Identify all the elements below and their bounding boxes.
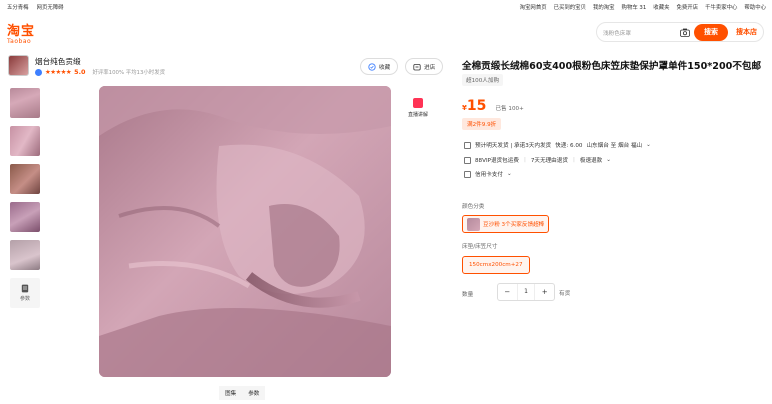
search-box: 浅粉色床罩 搜索 搜本店 — [596, 22, 764, 42]
color-label: 颜色分类 — [462, 204, 485, 210]
size-option-selected[interactable]: 150cmx200cm+27 — [462, 256, 530, 274]
size-option-label: 150cmx200cm+27 — [469, 262, 523, 268]
service-vip: 88VIP退货包运费 — [475, 158, 519, 164]
increment-button[interactable]: + — [535, 288, 554, 296]
camera-icon[interactable] — [680, 28, 690, 37]
search-button[interactable]: 搜索 — [694, 24, 728, 41]
verified-icon — [35, 68, 42, 76]
rating-stars: ★★★★★ — [45, 68, 72, 76]
shipping-text: 预计明天发货 | 承诺3天内发货 — [475, 143, 552, 149]
shop-icon — [413, 63, 421, 70]
payment-text[interactable]: 信用卡支付 — [475, 170, 503, 178]
thumbnail[interactable] — [10, 240, 40, 270]
username-link[interactable]: 五分青梅 — [7, 3, 29, 11]
enter-shop-button[interactable]: 进店 — [405, 58, 444, 75]
thumbnail[interactable] — [10, 126, 40, 156]
document-icon — [21, 284, 29, 293]
accessibility-link[interactable]: 网页无障碍 — [37, 3, 64, 11]
params-thumb-label: 参数 — [19, 296, 30, 302]
thumbnail[interactable] — [10, 164, 40, 194]
favorite-button[interactable]: 收藏 — [360, 58, 399, 75]
thumbnail[interactable] — [10, 88, 40, 118]
stock-status: 有货 — [559, 291, 571, 297]
card-icon — [464, 170, 471, 178]
main-product-image[interactable] — [99, 86, 391, 377]
logo-en: Taobao — [7, 38, 32, 45]
shipping-row: 预计明天发货 | 承诺3天内发货 快递: 6.00 山东烟台 至 烟台 福山 ⌄ — [464, 141, 651, 149]
logo-cn: 淘宝 — [7, 24, 36, 39]
my-taobao-link[interactable]: 我的淘宝 — [593, 3, 615, 11]
sold-count: 已售 100+ — [495, 106, 524, 112]
live-explain-button[interactable]: 直播讲解 — [404, 98, 432, 118]
params-thumbnail[interactable]: 参数 — [10, 278, 40, 308]
help-link[interactable]: 帮助中心 — [744, 3, 766, 11]
home-link[interactable]: 淘宝网首页 — [520, 3, 547, 11]
favorite-icon — [368, 62, 376, 71]
added-to-cart-badge: 超100人加购 — [462, 74, 504, 86]
freight-text: 快递: 6.00 — [555, 143, 583, 149]
price-row: ¥15 已售 100+ — [462, 95, 524, 114]
truck-icon — [464, 141, 471, 149]
size-label: 床垫/床笠尺寸 — [462, 244, 498, 250]
service-refund[interactable]: 极速退款 — [580, 156, 602, 164]
product-title: 全棉贡缎长绒棉60支400根粉色床笠床垫保护罩单件150*200不包邮 — [462, 61, 762, 72]
promo-tag[interactable]: 满2件9.9折 — [462, 118, 502, 130]
seller-center-link[interactable]: 千牛卖家中心 — [705, 3, 737, 11]
thumbnail[interactable] — [10, 202, 40, 232]
color-swatch — [467, 217, 480, 231]
payment-row: 信用卡支付 ⌄ — [464, 170, 512, 178]
cart-link[interactable]: 购物车 31 — [622, 3, 647, 11]
gallery-tabs: 图集 参数 — [219, 386, 266, 400]
service-row: 88VIP退货包运费 | 7天无理由退货 | 极速退款 ⌄ — [464, 156, 611, 164]
open-shop-link[interactable]: 免费开店 — [676, 3, 698, 11]
rating-score: 5.0 — [74, 68, 86, 76]
color-option-label: 豆沙粉 3个买家反馈超棒 — [483, 222, 545, 228]
chevron-down-icon[interactable]: ⌄ — [507, 171, 512, 177]
chevron-down-icon[interactable]: ⌄ — [646, 142, 651, 148]
shop-name[interactable]: 烟台纯色贡缎 — [35, 56, 81, 67]
tab-gallery[interactable]: 图集 — [219, 386, 243, 400]
bought-link[interactable]: 已买到的宝贝 — [554, 3, 586, 11]
tab-params[interactable]: 参数 — [242, 386, 266, 400]
shop-logo[interactable] — [8, 55, 29, 76]
chevron-down-icon[interactable]: ⌄ — [606, 157, 611, 163]
quantity-input[interactable]: 1 — [516, 284, 536, 300]
decrement-button[interactable]: − — [498, 288, 517, 296]
favorite-label: 收藏 — [379, 64, 391, 71]
thumbnail-list: 参数 — [10, 88, 40, 316]
live-icon — [413, 98, 423, 108]
taobao-logo[interactable]: 淘宝 Taobao — [7, 20, 35, 45]
price-value: 15 — [466, 98, 487, 114]
quantity-stepper: − 1 + — [497, 283, 555, 301]
shop-meta: 好评率100% 平均13小时发货 — [92, 70, 165, 76]
route-text[interactable]: 山东烟台 至 烟台 福山 — [586, 141, 642, 149]
color-option-selected[interactable]: 豆沙粉 3个买家反馈超棒 — [462, 215, 550, 233]
search-shop-button[interactable]: 搜本店 — [730, 24, 763, 41]
top-bar: 五分青梅 网页无障碍 淘宝网首页 已买到的宝贝 我的淘宝 购物车 31 收藏夹 … — [0, 0, 772, 14]
quantity-label: 数量 — [462, 292, 474, 298]
bedsheet-photo — [99, 86, 391, 377]
favorites-link[interactable]: 收藏夹 — [653, 3, 669, 11]
shield-icon — [464, 156, 471, 164]
search-input[interactable]: 浅粉色床罩 — [603, 29, 631, 37]
service-return: 7天无理由退货 — [530, 158, 568, 164]
live-label: 直播讲解 — [407, 112, 428, 118]
enter-shop-label: 进店 — [424, 64, 436, 71]
